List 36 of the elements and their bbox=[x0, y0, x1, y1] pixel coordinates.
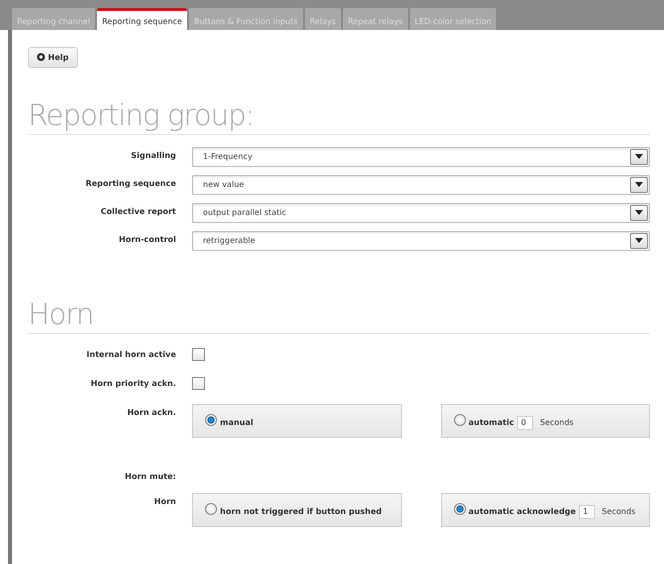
dropdown[interactable]: output parallel static bbox=[192, 202, 650, 222]
field-label: Collective report bbox=[100, 206, 176, 216]
help-button[interactable]: Help bbox=[28, 46, 78, 68]
field-label: Horn ackn. bbox=[126, 406, 176, 418]
seconds-field[interactable]: 0 bbox=[516, 416, 533, 430]
radio-button[interactable] bbox=[454, 414, 466, 426]
field-label: Horn priority ackn. bbox=[90, 378, 176, 390]
seconds-field[interactable]: 1 bbox=[578, 504, 595, 518]
section-heading: Reporting group: bbox=[28, 98, 256, 132]
field-label: Internal horn active bbox=[86, 348, 176, 360]
radio-button[interactable] bbox=[205, 502, 217, 514]
field-label: Signalling bbox=[130, 150, 176, 160]
help-icon bbox=[37, 53, 45, 61]
option-label: horn not triggered if button pushed bbox=[220, 507, 382, 516]
unit-label: Seconds bbox=[540, 418, 574, 427]
dropdown[interactable]: new value bbox=[192, 174, 650, 194]
field-label: Horn mute: bbox=[124, 470, 176, 480]
radio-button[interactable] bbox=[454, 502, 466, 514]
dropdown-caret-icon bbox=[630, 176, 648, 192]
field-label: Reporting sequence bbox=[84, 178, 176, 188]
dropdown-caret-icon bbox=[630, 148, 648, 164]
section-heading: Horn bbox=[28, 296, 94, 330]
unit-label: Seconds bbox=[602, 507, 636, 516]
dropdown[interactable]: retriggerable bbox=[192, 230, 650, 250]
tab[interactable]: Reporting sequence bbox=[97, 8, 188, 30]
option-label: automatic acknowledge bbox=[468, 507, 576, 516]
field-label: Horn bbox=[153, 496, 176, 508]
field-label: Horn-control bbox=[118, 234, 176, 244]
dropdown-caret-icon bbox=[630, 232, 648, 248]
radio-button[interactable] bbox=[205, 414, 217, 426]
option-label: manual bbox=[220, 418, 254, 427]
checkbox[interactable] bbox=[192, 376, 205, 390]
option-label: automatic bbox=[468, 418, 514, 427]
dropdown[interactable]: 1-Frequency bbox=[192, 146, 650, 166]
dropdown-caret-icon bbox=[630, 204, 648, 220]
checkbox[interactable] bbox=[192, 348, 205, 360]
